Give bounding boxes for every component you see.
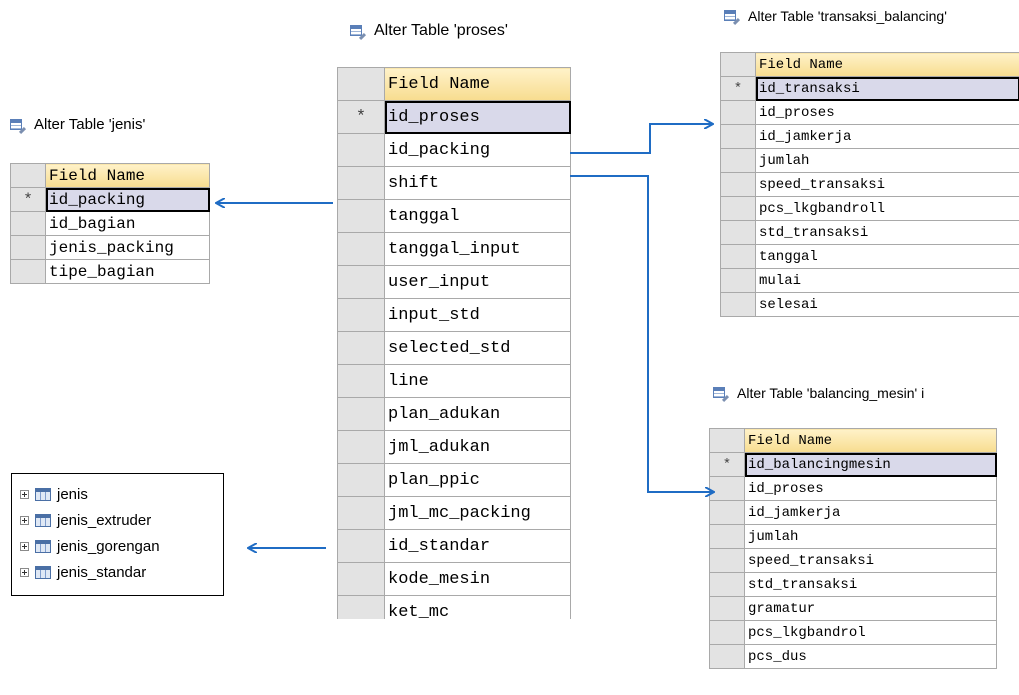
arrow-proses-to-transaksi bbox=[570, 124, 712, 154]
arrow-proses-to-balancing bbox=[570, 175, 713, 492]
relationship-arrows bbox=[0, 0, 1019, 695]
